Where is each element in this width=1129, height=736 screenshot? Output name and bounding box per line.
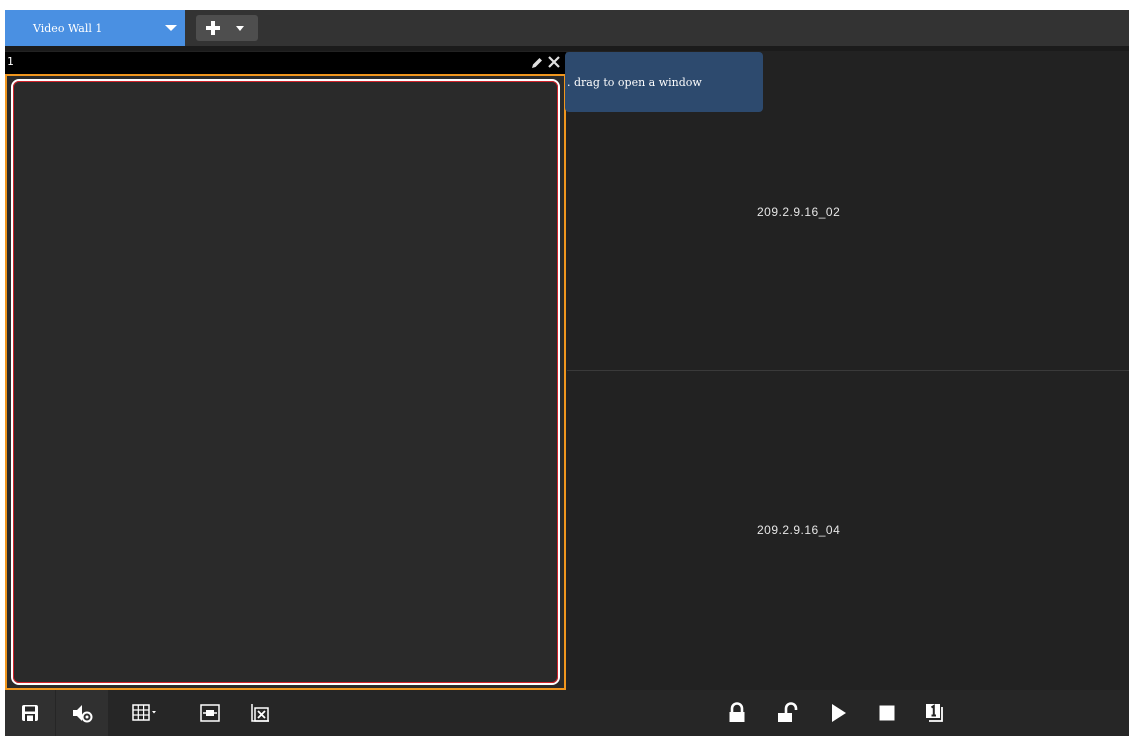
video-pane [13, 81, 558, 683]
save-button[interactable] [5, 690, 55, 736]
tab-label: Video Wall 1 [33, 21, 103, 35]
close-all-windows-button[interactable] [240, 690, 280, 736]
chevron-down-icon[interactable] [236, 26, 244, 31]
close-all-icon [249, 702, 271, 724]
unlock-button[interactable] [769, 690, 805, 736]
layout-grid-icon [132, 704, 158, 722]
screen-number: 1 [7, 55, 14, 68]
tab-video-wall[interactable]: Video Wall 1 [5, 10, 185, 46]
close-icon[interactable] [547, 55, 561, 69]
lock-button[interactable] [719, 690, 755, 736]
window-number-button[interactable] [917, 690, 953, 736]
bottom-toolbar [5, 690, 1129, 736]
window-number-icon [924, 702, 946, 724]
fit-window-button[interactable] [190, 690, 230, 736]
video-wall-canvas[interactable]: 209.2.9.16_02 209.2.9.16_04 1 . drag to … [5, 51, 1129, 690]
stop-icon [878, 704, 896, 722]
unlock-icon [776, 702, 798, 724]
play-button[interactable] [820, 690, 856, 736]
audio-settings-icon [70, 702, 94, 724]
layout-grid-button[interactable] [125, 690, 165, 736]
fit-window-icon [199, 703, 221, 723]
lock-icon [727, 702, 747, 724]
stop-button[interactable] [869, 690, 905, 736]
screen-header: 1 [5, 52, 566, 74]
window-frame [11, 79, 560, 685]
screen-label: 209.2.9.16_02 [757, 205, 841, 219]
pencil-icon[interactable] [530, 56, 544, 70]
save-icon [20, 703, 40, 723]
audio-settings-button[interactable] [56, 690, 108, 736]
screen-window-selected[interactable] [5, 74, 566, 690]
add-tab-button[interactable] [196, 15, 258, 41]
screen-label: 209.2.9.16_04 [757, 523, 841, 537]
screen-window-04[interactable]: 209.2.9.16_04 [567, 371, 1129, 690]
tooltip-text: . drag to open a window [567, 76, 702, 89]
tab-bar: Video Wall 1 [5, 10, 1129, 46]
drag-hint-tooltip: . drag to open a window [565, 52, 763, 112]
play-icon [828, 702, 848, 724]
video-wall-app: Video Wall 1 209.2.9.16_02 209.2.9.16_04… [5, 10, 1129, 736]
chevron-down-icon[interactable] [165, 25, 177, 31]
plus-icon [206, 21, 220, 35]
